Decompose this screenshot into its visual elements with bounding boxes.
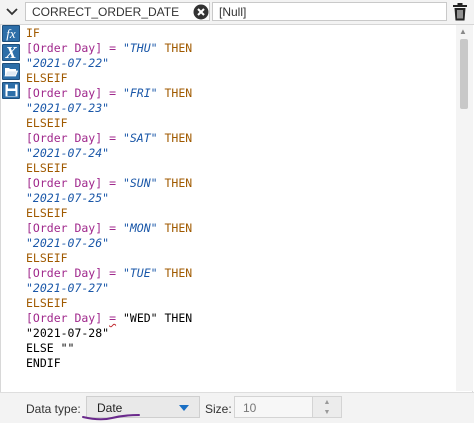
code-token: = — [102, 266, 123, 280]
open-expression-button[interactable] — [2, 63, 20, 80]
code-line: [Order Day] = "SUN" THEN — [26, 176, 446, 191]
code-line: "2021-07-27" — [26, 281, 446, 296]
stepper-down-icon[interactable]: ▼ — [313, 407, 341, 417]
code-line: ENDIF — [26, 356, 446, 371]
stepper-up-icon[interactable]: ▲ — [313, 397, 341, 407]
code-token: THEN — [157, 86, 193, 100]
code-token: "2021-07-24" — [26, 146, 110, 160]
code-token: "THU" — [122, 41, 158, 55]
code-token: IF — [26, 26, 40, 40]
size-label: Size: — [205, 402, 232, 416]
function-button[interactable]: fx — [2, 25, 20, 42]
code-line: ELSEIF — [26, 296, 446, 311]
field-type-value: [Null] — [212, 2, 447, 21]
code-line: ELSEIF — [26, 206, 446, 221]
code-token: "SAT" — [122, 131, 158, 145]
formula-header: CORRECT_ORDER_DATE [Null] — [0, 0, 474, 25]
chevron-down-icon — [6, 8, 18, 16]
code-line: [Order Day] = "THU" THEN — [26, 41, 446, 56]
code-token: [Order Day] — [26, 41, 103, 55]
collapse-button[interactable] — [2, 3, 22, 21]
size-value: 10 — [243, 401, 257, 415]
code-token: [Order Day] — [26, 86, 103, 100]
code-token: THEN — [157, 131, 193, 145]
code-token: "MON" — [122, 221, 158, 235]
code-token: "SUN" — [122, 176, 158, 190]
function-icon: fx — [6, 26, 16, 41]
code-token: = — [102, 131, 123, 145]
code-token: = — [102, 221, 123, 235]
datatype-label: Data type: — [26, 402, 81, 416]
code-line: "2021-07-24" — [26, 146, 446, 161]
code-line: [Order Day] = "WED" THEN — [26, 311, 446, 326]
editor-scrollbar[interactable]: ▲ — [456, 25, 473, 391]
code-token: "2021-07-23" — [26, 101, 110, 115]
code-token: = — [102, 41, 123, 55]
code-token: [Order Day] — [26, 131, 103, 145]
annotation-underline — [82, 414, 140, 421]
code-token: "WED" THEN — [116, 311, 193, 325]
expression-tools: fx X — [2, 25, 22, 101]
expression-editor[interactable]: IF [Order Day] = "THU" THEN "2021-07-22" EL… — [26, 26, 446, 391]
scroll-up-icon[interactable]: ▲ — [459, 27, 467, 36]
delete-expression-button[interactable] — [452, 3, 468, 21]
output-field-name-input[interactable]: CORRECT_ORDER_DATE — [25, 2, 210, 21]
code-line: ELSEIF — [26, 71, 446, 86]
variables-button[interactable]: X — [2, 44, 20, 61]
save-icon — [5, 84, 17, 97]
code-line: "2021-07-28" — [26, 326, 446, 341]
code-token: = — [102, 176, 123, 190]
code-token: ELSE "" — [26, 341, 75, 355]
code-token: THEN — [157, 221, 193, 235]
code-token: ELSEIF — [26, 161, 68, 175]
code-token: THEN — [157, 266, 193, 280]
code-line: [Order Day] = "FRI" THEN — [26, 86, 446, 101]
code-token: ELSEIF — [26, 206, 68, 220]
chevron-down-icon — [179, 405, 189, 411]
code-line: "2021-07-25" — [26, 191, 446, 206]
trash-icon — [453, 3, 467, 21]
code-line: "2021-07-23" — [26, 101, 446, 116]
code-line: [Order Day] = "TUE" THEN — [26, 266, 446, 281]
code-token: "2021-07-28" — [26, 326, 110, 340]
code-token: [Order Day] — [26, 311, 103, 325]
code-line: ELSEIF — [26, 161, 446, 176]
code-token: THEN — [157, 176, 193, 190]
code-token: ENDIF — [26, 356, 61, 370]
code-token: "2021-07-22" — [26, 56, 110, 70]
scrollbar-thumb[interactable] — [460, 39, 468, 109]
code-token: THEN — [157, 41, 193, 55]
open-folder-icon — [4, 67, 18, 76]
code-line: ELSE "" — [26, 341, 446, 356]
code-token: = — [102, 86, 123, 100]
code-token: [Order Day] — [26, 221, 103, 235]
clear-x-icon — [193, 4, 209, 20]
code-token: "2021-07-25" — [26, 191, 110, 205]
code-line: [Order Day] = "MON" THEN — [26, 221, 446, 236]
code-token: = — [109, 311, 117, 325]
size-stepper[interactable]: ▲ ▼ — [312, 397, 341, 417]
code-token: "FRI" — [122, 86, 158, 100]
code-line: IF — [26, 26, 446, 41]
save-expression-button[interactable] — [2, 82, 20, 99]
code-line: ELSEIF — [26, 116, 446, 131]
clear-field-button[interactable] — [193, 4, 209, 20]
code-token: ELSEIF — [26, 296, 68, 310]
variable-icon: X — [5, 43, 17, 62]
code-token: ELSEIF — [26, 116, 68, 130]
code-line: "2021-07-26" — [26, 236, 446, 251]
code-token: "2021-07-27" — [26, 281, 110, 295]
output-settings-bar: Data type: Date Size: 10 ▲ ▼ — [0, 392, 474, 423]
code-token: [Order Day] — [26, 266, 103, 280]
code-line: ELSEIF — [26, 251, 446, 266]
code-token: ELSEIF — [26, 251, 68, 265]
code-token: "TUE" — [122, 266, 158, 280]
code-token: ELSEIF — [26, 71, 68, 85]
code-line: "2021-07-22" — [26, 56, 446, 71]
code-token: [Order Day] — [26, 176, 103, 190]
code-token: "2021-07-26" — [26, 236, 110, 250]
code-line: [Order Day] = "SAT" THEN — [26, 131, 446, 146]
